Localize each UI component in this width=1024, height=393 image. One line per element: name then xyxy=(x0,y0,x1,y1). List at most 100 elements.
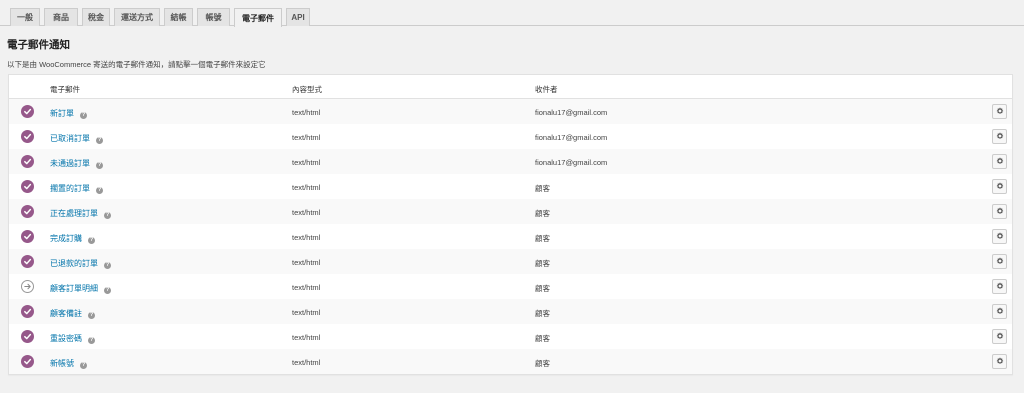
help-icon[interactable]: ? xyxy=(80,362,87,369)
check-circle-icon xyxy=(21,330,34,343)
recipient-cell: 顧客 xyxy=(535,359,550,368)
help-icon[interactable]: ? xyxy=(80,112,87,119)
table-header: 電子郵件 內容型式 收件者 xyxy=(9,75,1012,99)
email-name-label: 重設密碼 xyxy=(50,334,82,343)
help-icon[interactable]: ? xyxy=(104,262,111,269)
check-circle-icon xyxy=(21,205,34,218)
tab-accounts[interactable]: 帳號 xyxy=(197,8,230,26)
tab-shipping[interactable]: 運送方式 xyxy=(114,8,160,26)
content-type-cell: text/html xyxy=(292,158,321,167)
table-row: 已取消訂單? text/html fionalu17@gmail.com xyxy=(9,124,1012,149)
column-header-content-type: 內容型式 xyxy=(292,85,322,94)
manage-email-button[interactable] xyxy=(992,329,1007,344)
page-title: 電子郵件通知 xyxy=(7,39,70,51)
help-icon[interactable]: ? xyxy=(88,337,95,344)
content-type-cell: text/html xyxy=(292,333,321,342)
content-type-cell: text/html xyxy=(292,258,321,267)
email-name-link[interactable]: 已取消訂單? xyxy=(50,133,103,144)
gear-icon xyxy=(996,282,1004,292)
help-icon[interactable]: ? xyxy=(88,237,95,244)
gear-icon xyxy=(996,257,1004,267)
help-icon[interactable]: ? xyxy=(104,212,111,219)
manage-email-button[interactable] xyxy=(992,254,1007,269)
manage-email-button[interactable] xyxy=(992,179,1007,194)
table-row: 正在處理訂單? text/html 顧客 xyxy=(9,199,1012,224)
email-name-label: 完成訂購 xyxy=(50,234,82,243)
email-name-link[interactable]: 擱置的訂單? xyxy=(50,183,103,194)
content-type-cell: text/html xyxy=(292,133,321,142)
email-name-label: 新訂單 xyxy=(50,109,74,118)
manage-email-button[interactable] xyxy=(992,104,1007,119)
table-row: 顧客備註? text/html 顧客 xyxy=(9,299,1012,324)
help-icon[interactable]: ? xyxy=(96,187,103,194)
check-circle-icon xyxy=(21,180,34,193)
gear-icon xyxy=(996,307,1004,317)
tab-products[interactable]: 商品 xyxy=(44,8,78,26)
content-type-cell: text/html xyxy=(292,108,321,117)
tab-api[interactable]: API xyxy=(286,8,310,26)
gear-icon xyxy=(996,132,1004,142)
check-circle-icon xyxy=(21,230,34,243)
gear-icon xyxy=(996,107,1004,117)
email-name-link[interactable]: 正在處理訂單? xyxy=(50,208,111,219)
table-row: 新帳號? text/html 顧客 xyxy=(9,349,1012,374)
check-circle-icon xyxy=(21,305,34,318)
column-header-recipient: 收件者 xyxy=(535,85,558,94)
content-type-cell: text/html xyxy=(292,183,321,192)
content-type-cell: text/html xyxy=(292,358,321,367)
email-name-link[interactable]: 顧客訂單明細? xyxy=(50,283,111,294)
email-name-label: 已取消訂單 xyxy=(50,134,90,143)
tab-tax[interactable]: 稅金 xyxy=(82,8,110,26)
check-circle-icon xyxy=(21,255,34,268)
email-name-label: 已退款的訂單 xyxy=(50,259,98,268)
table-row: 完成訂購? text/html 顧客 xyxy=(9,224,1012,249)
help-icon[interactable]: ? xyxy=(104,287,111,294)
gear-icon xyxy=(996,182,1004,192)
recipient-cell: fionalu17@gmail.com xyxy=(535,108,608,117)
manage-email-button[interactable] xyxy=(992,279,1007,294)
email-name-link[interactable]: 顧客備註? xyxy=(50,308,95,319)
table-row: 擱置的訂單? text/html 顧客 xyxy=(9,174,1012,199)
email-name-label: 擱置的訂單 xyxy=(50,184,90,193)
recipient-cell: 顧客 xyxy=(535,284,550,293)
manage-email-button[interactable] xyxy=(992,154,1007,169)
content-type-cell: text/html xyxy=(292,233,321,242)
tab-checkout[interactable]: 結帳 xyxy=(164,8,193,26)
manage-email-button[interactable] xyxy=(992,304,1007,319)
check-circle-icon xyxy=(21,130,34,143)
email-name-link[interactable]: 未通過訂單? xyxy=(50,158,103,169)
check-circle-icon xyxy=(21,105,34,118)
manage-email-button[interactable] xyxy=(992,229,1007,244)
email-name-link[interactable]: 完成訂購? xyxy=(50,233,95,244)
email-name-label: 未通過訂單 xyxy=(50,159,90,168)
tab-general[interactable]: 一般 xyxy=(10,8,40,26)
manage-email-button[interactable] xyxy=(992,204,1007,219)
arrow-right-circle-icon xyxy=(21,280,34,293)
gear-icon xyxy=(996,332,1004,342)
email-name-label: 顧客備註 xyxy=(50,309,82,318)
manage-email-button[interactable] xyxy=(992,354,1007,369)
email-name-link[interactable]: 重設密碼? xyxy=(50,333,95,344)
check-circle-icon xyxy=(21,355,34,368)
page-description: 以下是由 WooCommerce 寄送的電子郵件通知，請點擊一個電子郵件來設定它 xyxy=(7,60,266,69)
help-icon[interactable]: ? xyxy=(96,137,103,144)
content-type-cell: text/html xyxy=(292,308,321,317)
column-header-email: 電子郵件 xyxy=(50,85,80,94)
help-icon[interactable]: ? xyxy=(96,162,103,169)
tab-emails[interactable]: 電子郵件 xyxy=(234,8,282,27)
table-row: 顧客訂單明細? text/html 顧客 xyxy=(9,274,1012,299)
table-row: 重設密碼? text/html 顧客 xyxy=(9,324,1012,349)
content-type-cell: text/html xyxy=(292,208,321,217)
gear-icon xyxy=(996,232,1004,242)
email-name-link[interactable]: 新帳號? xyxy=(50,358,87,369)
recipient-cell: 顧客 xyxy=(535,309,550,318)
content-type-cell: text/html xyxy=(292,283,321,292)
recipient-cell: 顧客 xyxy=(535,334,550,343)
email-name-link[interactable]: 已退款的訂單? xyxy=(50,258,111,269)
manage-email-button[interactable] xyxy=(992,129,1007,144)
recipient-cell: 顧客 xyxy=(535,259,550,268)
recipient-cell: fionalu17@gmail.com xyxy=(535,158,608,167)
table-row: 已退款的訂單? text/html 顧客 xyxy=(9,249,1012,274)
email-name-link[interactable]: 新訂單? xyxy=(50,108,87,119)
help-icon[interactable]: ? xyxy=(88,312,95,319)
